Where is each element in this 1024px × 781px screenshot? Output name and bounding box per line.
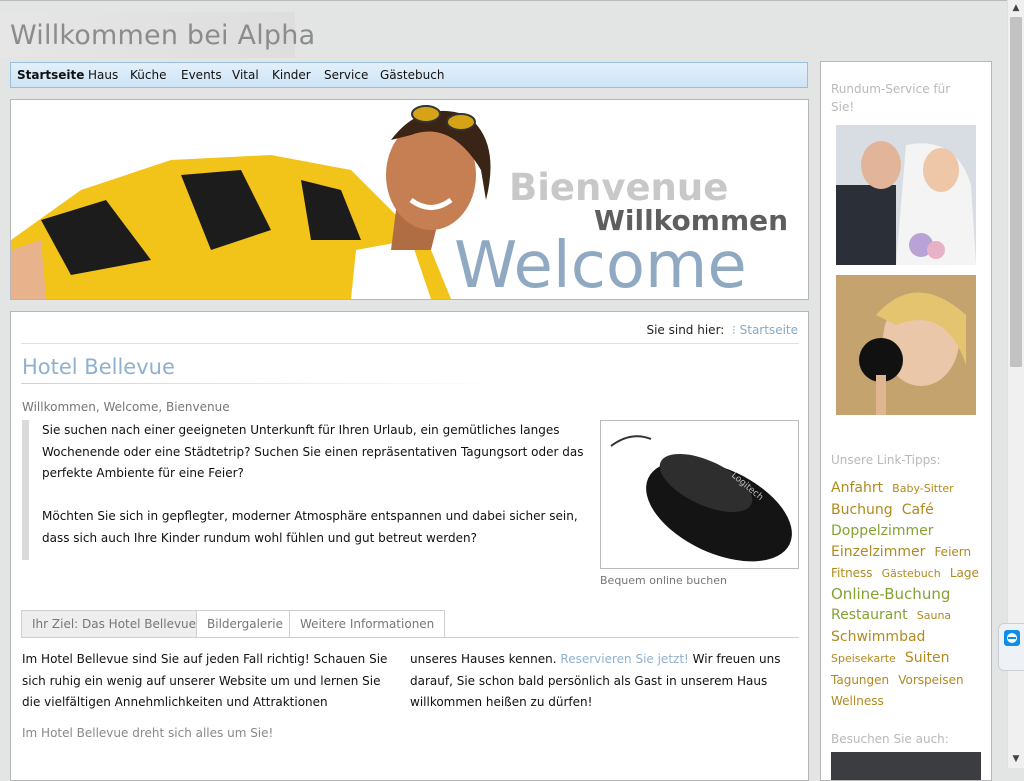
- tag-schwimmbad[interactable]: Schwimmbad: [831, 629, 925, 645]
- tab-text-part: unseres Hauses kennen.: [410, 652, 557, 666]
- tag-cloud: Anfahrt Baby-Sitter Buchung Café Doppelz…: [831, 477, 986, 711]
- tab-bildergalerie[interactable]: Bildergalerie: [196, 610, 294, 637]
- mirror-woman-image[interactable]: [836, 275, 976, 415]
- main-content: Sie sind hier: ⁝ Startseite Hotel Bellev…: [10, 311, 809, 781]
- breadcrumb-label: Sie sind hier:: [646, 323, 725, 337]
- tag-sauna[interactable]: Sauna: [917, 609, 951, 622]
- nav-item-service[interactable]: Service: [324, 68, 368, 82]
- site-title-text: Willkommen bei Alpha: [10, 20, 316, 51]
- service-heading: Rundum-Service für Sie!: [831, 82, 951, 114]
- scroll-down-icon[interactable]: ▼: [1008, 751, 1024, 768]
- divider: [21, 383, 501, 384]
- scrollbar-thumb[interactable]: [1010, 17, 1022, 367]
- tagline: Im Hotel Bellevue dreht sich alles um Si…: [22, 726, 274, 740]
- tag-einzelzimmer[interactable]: Einzelzimmer: [831, 544, 925, 560]
- site-title: Willkommen bei Alpha: [0, 12, 315, 58]
- tag-feiern[interactable]: Feiern: [934, 545, 971, 559]
- links-heading: Unsere Link-Tipps:: [831, 453, 941, 467]
- banner-illustration: Bienvenue Willkommen Welcome: [11, 100, 808, 299]
- wedding-photo-icon: [836, 125, 976, 265]
- tag-suiten[interactable]: Suiten: [905, 650, 950, 666]
- banner-text-bienvenue: Bienvenue: [509, 166, 728, 209]
- tag-baby-sitter[interactable]: Baby-Sitter: [892, 482, 954, 495]
- nav-item-gaestebuch[interactable]: Gästebuch: [380, 68, 444, 82]
- nav-item-events[interactable]: Events: [181, 68, 222, 82]
- tag-lage[interactable]: Lage: [950, 566, 979, 580]
- welcome-banner: Bienvenue Willkommen Welcome: [10, 99, 809, 300]
- tag-cafe[interactable]: Café: [902, 502, 934, 518]
- remote-support-tab[interactable]: [998, 623, 1024, 671]
- intro-quote: Sie suchen nach einer geeigneten Unterku…: [22, 420, 590, 560]
- tab-text-column-2: unseres Hauses kennen. Reservieren Sie j…: [410, 649, 785, 714]
- tab-weitere-informationen[interactable]: Weitere Informationen: [289, 610, 446, 637]
- tag-anfahrt[interactable]: Anfahrt: [831, 480, 883, 496]
- breadcrumb: Sie sind hier: ⁝ Startseite: [646, 323, 798, 337]
- nav-item-startseite[interactable]: Startseite: [17, 68, 84, 82]
- teamviewer-icon: [1004, 630, 1020, 646]
- page-subtitle: Willkommen, Welcome, Bienvenue: [22, 400, 230, 414]
- tag-wellness[interactable]: Wellness: [831, 694, 884, 708]
- tag-doppelzimmer[interactable]: Doppelzimmer: [831, 523, 934, 539]
- tag-restaurant[interactable]: Restaurant: [831, 607, 908, 623]
- top-border: [0, 0, 1007, 1]
- scroll-up-icon[interactable]: ▲: [1008, 0, 1024, 17]
- main-navigation: Startseite Haus Küche Events Vital Kinde…: [10, 62, 808, 88]
- tag-vorspeisen[interactable]: Vorspeisen: [898, 673, 963, 687]
- banner-text-welcome: Welcome: [454, 229, 747, 299]
- tag-buchung[interactable]: Buchung: [831, 502, 893, 518]
- tab-text-column-1: Im Hotel Bellevue sind Sie auf jeden Fal…: [22, 652, 388, 709]
- tag-tagungen[interactable]: Tagungen: [831, 673, 889, 687]
- nav-item-kueche[interactable]: Küche: [130, 68, 166, 82]
- breadcrumb-dots-icon: ⁝: [731, 323, 736, 337]
- divider: [21, 343, 799, 344]
- tag-gaestebuch[interactable]: Gästebuch: [882, 567, 941, 580]
- sidebar: Rundum-Service für Sie! Unsere Link-Tipp…: [820, 61, 992, 781]
- tag-online-buchung[interactable]: Online-Buchung: [831, 585, 950, 603]
- divider: [21, 637, 799, 638]
- nav-item-vital[interactable]: Vital: [232, 68, 259, 82]
- nav-item-kinder[interactable]: Kinder: [272, 68, 311, 82]
- breadcrumb-link-startseite[interactable]: Startseite: [740, 323, 798, 337]
- tag-fitness[interactable]: Fitness: [831, 566, 873, 580]
- portrait-photo-icon: [836, 275, 976, 415]
- image-caption: Bequem online buchen: [600, 574, 728, 587]
- intro-paragraph-2: Möchten Sie sich in gepflegter, moderner…: [42, 509, 578, 545]
- mouse-image[interactable]: Logitech: [600, 420, 799, 569]
- wedding-image[interactable]: [836, 125, 976, 265]
- computer-mouse-icon: Logitech: [601, 421, 798, 568]
- page-title: Hotel Bellevue: [22, 355, 175, 379]
- tag-speisekarte[interactable]: Speisekarte: [831, 652, 896, 665]
- visit-heading: Besuchen Sie auch:: [831, 732, 949, 746]
- tab-hotel-bellevue[interactable]: Ihr Ziel: Das Hotel Bellevue: [21, 610, 208, 637]
- nav-item-haus[interactable]: Haus: [88, 68, 118, 82]
- partner-image[interactable]: [831, 752, 981, 780]
- reserve-link[interactable]: Reservieren Sie jetzt!: [560, 652, 688, 666]
- intro-paragraph-1: Sie suchen nach einer geeigneten Unterku…: [42, 423, 584, 480]
